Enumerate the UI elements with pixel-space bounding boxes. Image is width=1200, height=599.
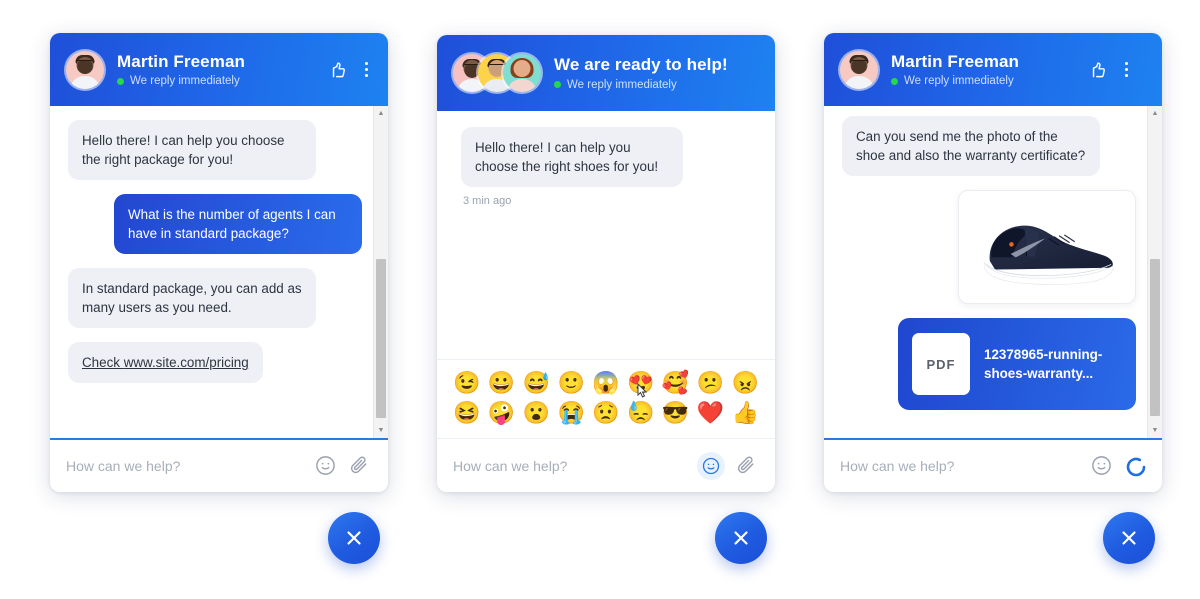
message-list: Hello there! I can help you choose the r… xyxy=(437,111,775,438)
agent-name: Martin Freeman xyxy=(117,51,245,71)
scrollbar-vertical[interactable]: ▲ ▼ xyxy=(1147,106,1162,438)
kebab-menu-icon[interactable] xyxy=(361,59,372,81)
status-label: We reply immediately xyxy=(130,75,240,88)
emoji-open-mouth[interactable]: 😮 xyxy=(523,402,550,424)
file-attachment-card[interactable]: PDF 12378965-running-shoes-warranty... xyxy=(898,318,1136,411)
emoji-row: 😉 😀 😅 🙂 😱 😍 🥰 😕 😠 xyxy=(453,370,759,398)
image-attachment-card[interactable] xyxy=(958,190,1136,305)
pricing-link[interactable]: www.site.com/pricing xyxy=(124,355,249,370)
avatar xyxy=(66,50,104,89)
file-name: 12378965-running-shoes-warranty... xyxy=(984,346,1103,382)
emoji-picker: 😉 😀 😅 🙂 😱 😍 🥰 😕 😠 😆 🤪 😮 😭 😟 😓 😎 ❤️ 👍 xyxy=(437,359,775,438)
emoji-smiling-face-with-hearts[interactable]: 🥰 xyxy=(662,372,689,394)
chat-widget-attachments: Martin Freeman We reply immediately Can … xyxy=(824,33,1162,492)
emoji-thumbs-up[interactable]: 👍 xyxy=(732,402,759,424)
link-prefix: Check xyxy=(82,355,124,371)
avatar-group xyxy=(453,54,541,92)
message-input-bar: How can we help? xyxy=(437,438,775,492)
message-input[interactable]: How can we help? xyxy=(840,458,1080,474)
message-bubble-incoming: Can you send me the photo of the shoe an… xyxy=(842,116,1100,177)
thumbs-up-icon[interactable] xyxy=(328,60,347,79)
smiley-face-icon[interactable] xyxy=(314,454,338,478)
loading-spinner-icon xyxy=(1124,455,1146,477)
message-input[interactable]: How can we help? xyxy=(66,458,304,474)
emoji-worried[interactable]: 😟 xyxy=(592,402,619,424)
status-badge: We reply immediately xyxy=(117,75,245,87)
running-shoe-photo xyxy=(969,201,1125,293)
smiley-face-icon[interactable] xyxy=(697,451,725,480)
avatar xyxy=(840,50,878,89)
message-list: Hello there! I can help you choose the r… xyxy=(50,106,388,438)
message-input-bar: How can we help? xyxy=(50,438,388,492)
message-bubble-incoming: Hello there! I can help you choose the r… xyxy=(461,127,683,188)
agent-name: Martin Freeman xyxy=(891,51,1019,71)
scrollbar-thumb[interactable] xyxy=(1150,259,1160,416)
kebab-menu-icon[interactable] xyxy=(1121,59,1132,81)
emoji-grin[interactable]: 😀 xyxy=(488,372,515,394)
status-badge: We reply immediately xyxy=(891,75,1019,87)
thumbs-up-icon[interactable] xyxy=(1088,60,1107,79)
status-badge: We reply immediately xyxy=(554,79,728,91)
emoji-scream[interactable]: 😱 xyxy=(592,372,619,394)
message-list: Can you send me the photo of the shoe an… xyxy=(824,106,1162,438)
screenshot-root: Martin Freeman We reply immediately Hell… xyxy=(0,0,1200,599)
chat-header: We are ready to help! We reply immediate… xyxy=(437,35,775,111)
emoji-glyph: 😍 xyxy=(627,370,655,395)
emoji-confused[interactable]: 😕 xyxy=(697,372,724,394)
close-widget-button[interactable] xyxy=(328,512,380,564)
scroll-up-arrow-icon[interactable]: ▲ xyxy=(1148,106,1162,121)
message-input-bar: How can we help? xyxy=(824,438,1162,492)
online-dot-icon xyxy=(554,81,561,89)
chat-widget-emoji: We are ready to help! We reply immediate… xyxy=(437,35,775,492)
emoji-slight-smile[interactable]: 🙂 xyxy=(557,372,584,394)
emoji-laughing-squint[interactable]: 😆 xyxy=(453,402,480,424)
emoji-heart-eyes[interactable]: 😍 xyxy=(627,370,655,398)
avatar xyxy=(503,54,541,92)
emoji-loudly-crying[interactable]: 😭 xyxy=(557,402,584,424)
emoji-sunglasses[interactable]: 😎 xyxy=(662,402,689,424)
smiley-face-icon[interactable] xyxy=(1090,454,1114,478)
widget-title: We are ready to help! xyxy=(554,55,728,75)
message-timestamp: 3 min ago xyxy=(463,195,512,208)
paperclip-icon[interactable] xyxy=(348,454,372,478)
online-dot-icon xyxy=(117,77,124,85)
scrollbar-vertical[interactable]: ▲ ▼ xyxy=(373,106,388,438)
emoji-downcast-with-sweat[interactable]: 😓 xyxy=(627,402,654,424)
status-label: We reply immediately xyxy=(567,78,677,91)
chat-widget-pricing: Martin Freeman We reply immediately Hell… xyxy=(50,33,388,492)
scroll-down-arrow-icon[interactable]: ▼ xyxy=(1148,423,1162,438)
scroll-down-arrow-icon[interactable]: ▼ xyxy=(374,423,388,438)
paperclip-icon[interactable] xyxy=(735,454,759,478)
message-bubble-outgoing: What is the number of agents I can have … xyxy=(114,194,362,255)
close-widget-button[interactable] xyxy=(1103,512,1155,564)
message-bubble-incoming: In standard package, you can add as many… xyxy=(68,268,316,329)
status-label: We reply immediately xyxy=(904,75,1014,88)
chat-header: Martin Freeman We reply immediately xyxy=(50,33,388,106)
chat-header: Martin Freeman We reply immediately xyxy=(824,33,1162,106)
emoji-sweat-smile[interactable]: 😅 xyxy=(523,372,550,394)
emoji-row: 😆 🤪 😮 😭 😟 😓 😎 ❤️ 👍 xyxy=(453,402,759,424)
close-widget-button[interactable] xyxy=(715,512,767,564)
scrollbar-thumb[interactable] xyxy=(376,258,386,419)
message-input[interactable]: How can we help? xyxy=(453,458,687,474)
emoji-zany-face[interactable]: 🤪 xyxy=(488,402,515,424)
online-dot-icon xyxy=(891,77,898,85)
message-bubble-incoming: Hello there! I can help you choose the r… xyxy=(68,120,316,181)
emoji-angry[interactable]: 😠 xyxy=(732,372,759,394)
scroll-up-arrow-icon[interactable]: ▲ xyxy=(374,106,388,121)
pdf-badge: PDF xyxy=(912,333,970,396)
emoji-wink[interactable]: 😉 xyxy=(453,372,480,394)
emoji-red-heart[interactable]: ❤️ xyxy=(697,402,724,424)
message-bubble-link[interactable]: Check www.site.com/pricing xyxy=(68,342,263,384)
